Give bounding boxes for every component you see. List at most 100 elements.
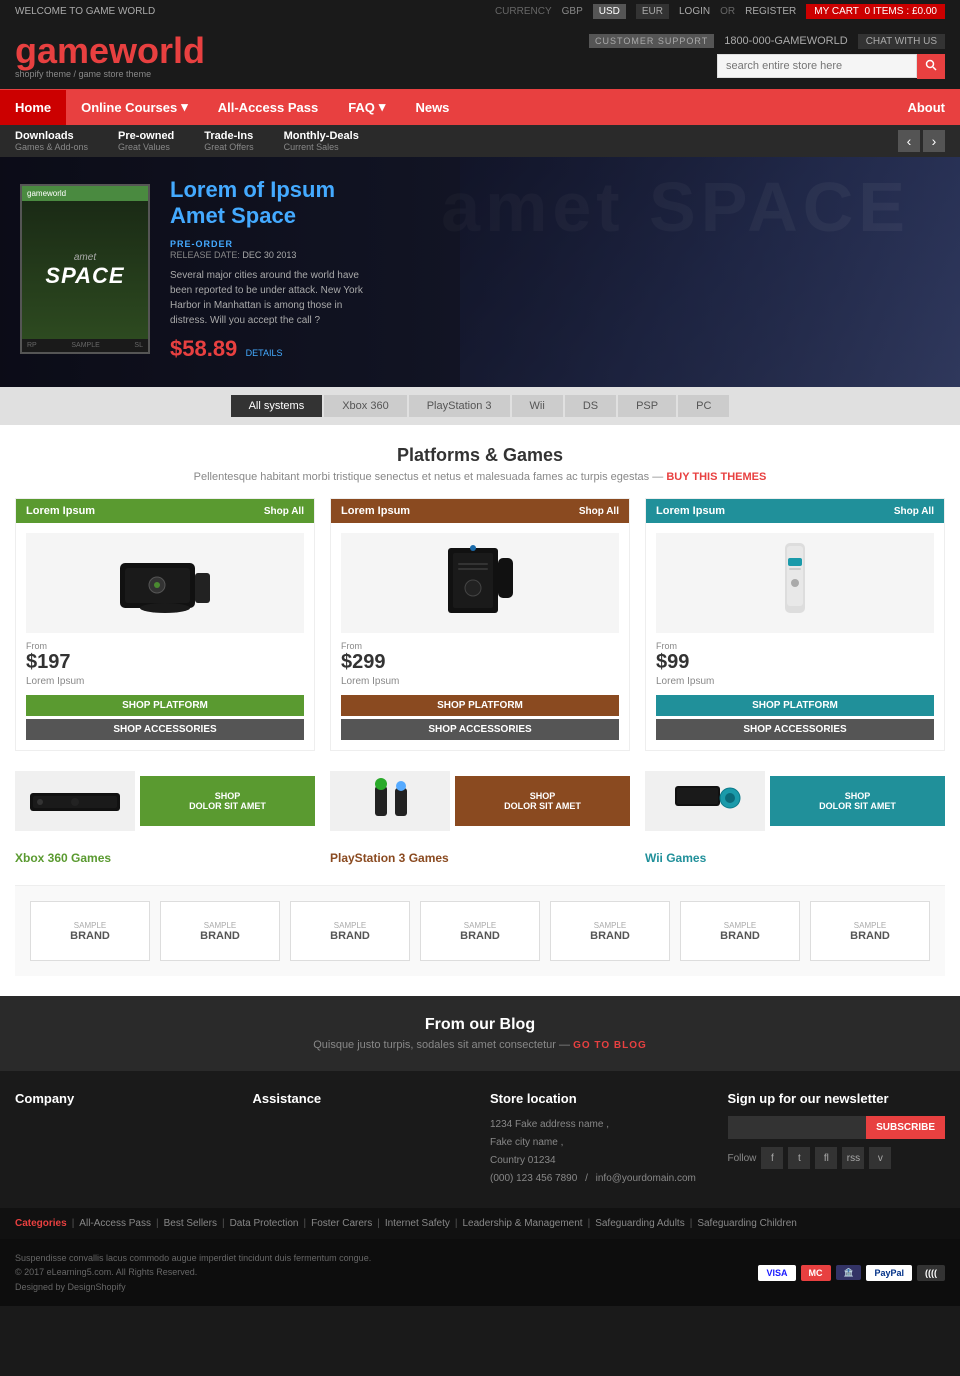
wii-dolor-button[interactable]: SHOP DOLOR SIT AMET <box>770 776 945 826</box>
tab-ds[interactable]: DS <box>565 395 616 417</box>
hero-next-button[interactable]: › <box>923 130 945 152</box>
accessory-ps3: SHOP DOLOR SIT AMET <box>330 771 630 831</box>
logo-area: gameworld shopify theme / game store the… <box>15 33 205 79</box>
blog-title: From our Blog <box>20 1016 940 1034</box>
sub-nav-trade-ins[interactable]: Trade-Ins Great Offers <box>204 130 253 152</box>
rss-icon[interactable]: rss <box>842 1147 864 1169</box>
wii-shop-platform-button[interactable]: SHOP PLATFORM <box>656 695 934 716</box>
xbox-games-link[interactable]: Xbox 360 Games <box>15 851 315 865</box>
ps3-dolor-button[interactable]: SHOP DOLOR SIT AMET <box>455 776 630 826</box>
tab-pc[interactable]: PC <box>678 395 729 417</box>
flickr-icon[interactable]: fl <box>815 1147 837 1169</box>
cat-safeguarding-adults[interactable]: Safeguarding Adults <box>595 1218 685 1229</box>
cat-data-protection[interactable]: Data Protection <box>230 1218 299 1229</box>
login-link[interactable]: LOGIN <box>679 6 710 17</box>
platform-links: Xbox 360 Games PlayStation 3 Games Wii G… <box>15 851 945 865</box>
support-phone: 1800-000-GAMEWORLD <box>724 35 848 47</box>
xbox-image <box>26 533 304 633</box>
brand-5[interactable]: SAMPLEBRAND <box>550 901 670 961</box>
top-bar-right: CURRENCY GBP USD EUR LOGIN OR REGISTER M… <box>495 4 945 19</box>
main-nav: Home Online Courses ▾ All-Access Pass FA… <box>0 89 960 125</box>
faq-dropdown-icon: ▾ <box>379 99 386 115</box>
tab-all-systems[interactable]: All systems <box>231 395 323 417</box>
tab-wii[interactable]: Wii <box>512 395 563 417</box>
xbox-shop-platform-button[interactable]: SHOP PLATFORM <box>26 695 304 716</box>
store-country: Country 01234 <box>490 1152 708 1170</box>
hero-details-link[interactable]: DETAILS <box>246 348 283 358</box>
brand-7[interactable]: SAMPLEBRAND <box>810 901 930 961</box>
currency-eur[interactable]: EUR <box>636 4 669 19</box>
go-blog-link[interactable]: GO TO BLOG <box>573 1040 647 1051</box>
cat-foster-carers[interactable]: Foster Carers <box>311 1218 372 1229</box>
register-link[interactable]: REGISTER <box>745 6 796 17</box>
brand-6[interactable]: SAMPLEBRAND <box>680 901 800 961</box>
sub-nav-downloads[interactable]: Downloads Games & Add-ons <box>15 130 88 152</box>
xbox-price-row: From $197 Lorem Ipsum <box>26 641 304 695</box>
wii-games-link[interactable]: Wii Games <box>645 851 945 865</box>
ps3-games-link[interactable]: PlayStation 3 Games <box>330 851 630 865</box>
nav-news[interactable]: News <box>400 90 464 125</box>
newsletter-input[interactable] <box>728 1116 867 1139</box>
game-cover-header: gameworld <box>22 186 148 201</box>
chat-button[interactable]: CHAT WITH US <box>858 34 945 49</box>
facebook-icon[interactable]: f <box>761 1147 783 1169</box>
xbox-kinect-svg <box>25 781 125 821</box>
search-input[interactable] <box>717 54 917 78</box>
or-separator: OR <box>720 6 735 17</box>
wii-shop-accessories-button[interactable]: SHOP ACCESSORIES <box>656 719 934 740</box>
vimeo-icon[interactable]: v <box>869 1147 891 1169</box>
footer-company: Company <box>15 1091 233 1188</box>
footer-bottom: Suspendisse convallis lacus commodo augu… <box>0 1239 960 1306</box>
wii-details: From $99 Lorem Ipsum <box>656 641 714 695</box>
brand-1[interactable]: SAMPLEBRAND <box>30 901 150 961</box>
hero-description: Several major cities around the world ha… <box>170 268 380 328</box>
logo-subtitle: shopify theme / game store theme <box>15 69 205 79</box>
currency-usd[interactable]: USD <box>593 4 626 19</box>
sub-nav-pre-owned[interactable]: Pre-owned Great Values <box>118 130 174 152</box>
tab-xbox360[interactable]: Xbox 360 <box>324 395 406 417</box>
wii-console-svg <box>755 538 835 628</box>
ps3-shop-platform-button[interactable]: SHOP PLATFORM <box>341 695 619 716</box>
brand-2[interactable]: SAMPLEBRAND <box>160 901 280 961</box>
search-button[interactable] <box>917 54 945 79</box>
xbox-details: From $197 Lorem Ipsum <box>26 641 84 695</box>
currency-gbp[interactable]: GBP <box>562 6 583 17</box>
subscribe-button[interactable]: SUBSCRIBE <box>866 1116 945 1139</box>
hero-arrows: ‹ › <box>898 130 945 152</box>
platforms-grid: Lorem Ipsum Shop All <box>15 498 945 751</box>
search-bar <box>717 54 945 79</box>
sub-nav-monthly-deals[interactable]: Monthly-Deals Current Sales <box>284 130 359 152</box>
cart-info[interactable]: MY CART 0 ITEMS: £0.00 <box>806 4 945 19</box>
customer-support: CUSTOMER SUPPORT 1800-000-GAMEWORLD CHAT… <box>589 34 945 49</box>
brands-grid: SAMPLEBRAND SAMPLEBRAND SAMPLEBRAND SAMP… <box>30 901 930 961</box>
search-icon <box>925 59 937 71</box>
cat-internet-safety[interactable]: Internet Safety <box>385 1218 450 1229</box>
twitter-icon[interactable]: t <box>788 1147 810 1169</box>
store-contact: (000) 123 456 7890 / info@yourdomain.com <box>490 1170 708 1188</box>
xbox-shop-accessories-button[interactable]: SHOP ACCESSORIES <box>26 719 304 740</box>
logo[interactable]: gameworld <box>15 33 205 69</box>
cat-safeguarding-children[interactable]: Safeguarding Children <box>697 1218 797 1229</box>
tab-playstation3[interactable]: PlayStation 3 <box>409 395 510 417</box>
hero-price: $58.89 <box>170 336 237 361</box>
brand-4[interactable]: SAMPLEBRAND <box>420 901 540 961</box>
cat-leadership[interactable]: Leadership & Management <box>463 1218 583 1229</box>
cat-all-access[interactable]: All-Access Pass <box>79 1218 151 1229</box>
xbox-dolor-button[interactable]: SHOP DOLOR SIT AMET <box>140 776 315 826</box>
nav-online-courses[interactable]: Online Courses ▾ <box>66 89 203 125</box>
ps3-shop-accessories-button[interactable]: SHOP ACCESSORIES <box>341 719 619 740</box>
nav-home[interactable]: Home <box>0 90 66 125</box>
nav-faq[interactable]: FAQ ▾ <box>333 89 400 125</box>
footer-assistance: Assistance <box>253 1091 471 1188</box>
game-cover: gameworld amet SPACE RPSAMPLESL <box>20 184 150 354</box>
hero-prev-button[interactable]: ‹ <box>898 130 920 152</box>
hero-section: amet SPACE gameworld amet SPACE RPSAMPLE… <box>0 157 960 387</box>
buy-themes-link[interactable]: BUY THIS THEMES <box>666 471 766 483</box>
platform-xbox-body: From $197 Lorem Ipsum SHOP PLATFORM SHOP… <box>16 523 314 750</box>
nav-all-access[interactable]: All-Access Pass <box>203 90 333 125</box>
tab-psp[interactable]: PSP <box>618 395 676 417</box>
cat-best-sellers[interactable]: Best Sellers <box>164 1218 217 1229</box>
nav-about[interactable]: About <box>892 90 960 125</box>
brand-3[interactable]: SAMPLEBRAND <box>290 901 410 961</box>
newsletter-form: SUBSCRIBE <box>728 1116 946 1139</box>
